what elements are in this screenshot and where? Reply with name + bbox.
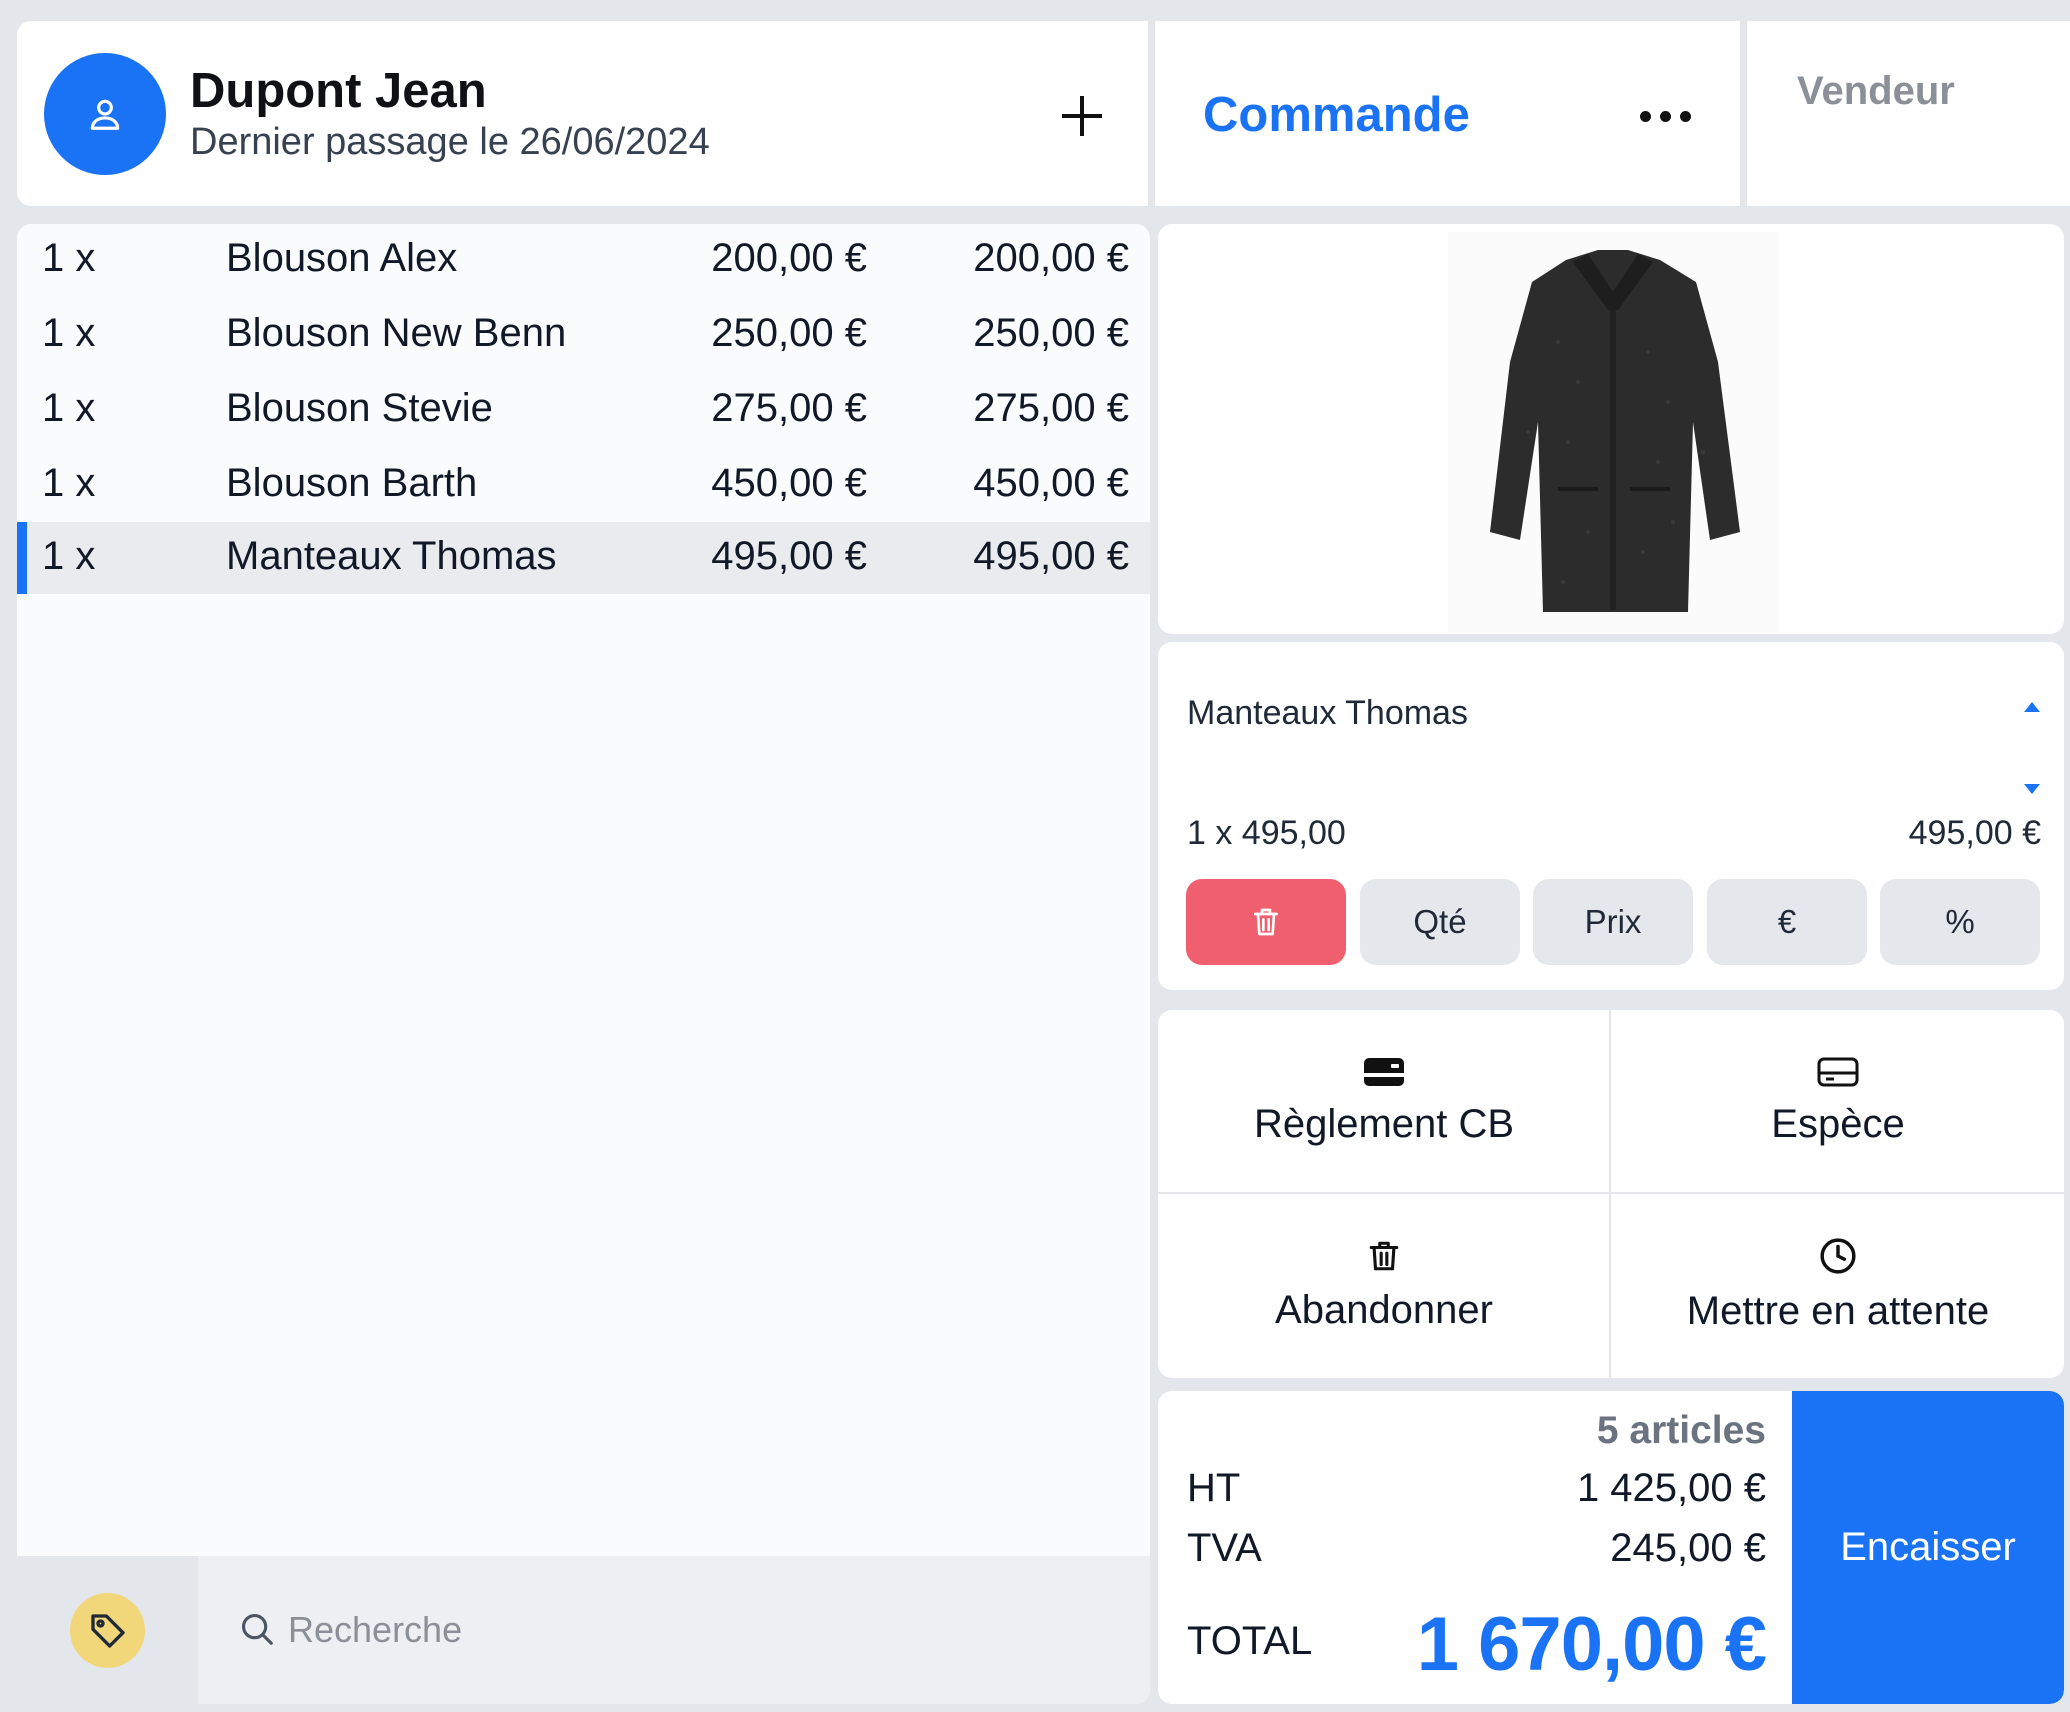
credit-card-icon bbox=[1364, 1058, 1404, 1086]
search-icon bbox=[241, 1613, 273, 1645]
totals-panel: 5 articles HT 1 425,00 € TVA 245,00 € TO… bbox=[1158, 1391, 2064, 1704]
more-dot-icon bbox=[1660, 111, 1671, 122]
line-qty: 1 x bbox=[42, 311, 96, 355]
abandon-label: Abandonner bbox=[1275, 1288, 1493, 1332]
delete-line-button[interactable] bbox=[1186, 879, 1346, 965]
customer-last-visit: Dernier passage le 26/06/2024 bbox=[190, 121, 710, 163]
more-dot-icon bbox=[1640, 111, 1651, 122]
more-options-button[interactable] bbox=[1640, 111, 1691, 122]
vendeur-label: Vendeur bbox=[1797, 69, 1955, 113]
card-payment-button[interactable]: Règlement CB bbox=[1158, 1010, 1610, 1193]
line-qty: 1 x bbox=[42, 236, 96, 280]
more-dot-icon bbox=[1680, 111, 1691, 122]
search-bar bbox=[17, 1556, 1150, 1704]
hold-order-label: Mettre en attente bbox=[1686, 1289, 1990, 1333]
ht-value: 1 425,00 € bbox=[1576, 1466, 1766, 1510]
article-count: 5 articles bbox=[1596, 1409, 1766, 1452]
detail-line-total: 495,00 € bbox=[1908, 814, 2041, 852]
order-line-row[interactable]: 1 x Blouson New Benn 250,00 € 250,00 € bbox=[17, 299, 1150, 371]
line-qty: 1 x bbox=[42, 461, 96, 505]
search-input[interactable] bbox=[288, 1603, 988, 1657]
plus-icon bbox=[1062, 96, 1102, 136]
line-total: 200,00 € bbox=[973, 236, 1129, 280]
line-total: 450,00 € bbox=[973, 461, 1129, 505]
line-qty: 1 x bbox=[42, 534, 96, 578]
price-button[interactable]: Prix bbox=[1533, 879, 1693, 965]
line-name: Blouson Alex bbox=[226, 236, 458, 280]
line-total: 275,00 € bbox=[973, 386, 1129, 430]
tva-value: 245,00 € bbox=[1610, 1526, 1766, 1570]
cash-icon bbox=[1817, 1057, 1859, 1087]
abandon-button[interactable]: Abandonner bbox=[1158, 1194, 1610, 1377]
previous-line-arrow-icon[interactable] bbox=[2024, 702, 2040, 712]
commande-header: Commande bbox=[1155, 21, 1740, 206]
tag-badge bbox=[70, 1593, 145, 1668]
line-name: Blouson New Benn bbox=[226, 311, 567, 355]
vendeur-header[interactable]: Vendeur bbox=[1747, 21, 2070, 206]
quantity-button[interactable]: Qté bbox=[1360, 879, 1520, 965]
search-area[interactable] bbox=[198, 1556, 1150, 1704]
cash-payment-label: Espèce bbox=[1771, 1102, 1905, 1146]
coat-icon bbox=[1448, 232, 1778, 632]
product-image bbox=[1448, 232, 1778, 632]
line-total: 495,00 € bbox=[973, 534, 1129, 578]
trash-icon bbox=[1369, 1241, 1399, 1271]
product-image-panel bbox=[1158, 224, 2064, 634]
line-name: Manteaux Thomas bbox=[226, 534, 557, 578]
line-total: 250,00 € bbox=[973, 311, 1129, 355]
card-payment-label: Règlement CB bbox=[1253, 1102, 1515, 1146]
order-line-row[interactable]: 1 x Blouson Stevie 275,00 € 275,00 € bbox=[17, 374, 1150, 446]
total-label: TOTAL bbox=[1187, 1619, 1313, 1663]
commande-title[interactable]: Commande bbox=[1203, 87, 1470, 143]
selected-line-detail: Manteaux Thomas 1 x 495,00 495,00 € Qté … bbox=[1158, 642, 2064, 990]
checkout-button[interactable]: Encaisser bbox=[1792, 1391, 2064, 1704]
discount-tag-button[interactable] bbox=[17, 1556, 198, 1704]
cash-payment-button[interactable]: Espèce bbox=[1612, 1010, 2064, 1193]
order-lines-panel: 1 x Blouson Alex 200,00 € 200,00 € 1 x B… bbox=[17, 224, 1150, 1704]
line-qty: 1 x bbox=[42, 386, 96, 430]
customer-avatar[interactable] bbox=[44, 53, 166, 175]
total-value: 1 670,00 € bbox=[1416, 1602, 1767, 1687]
order-actions-panel: Règlement CB Espèce Abandonner Mettre en… bbox=[1158, 1010, 2064, 1378]
line-name: Blouson Barth bbox=[226, 461, 478, 505]
tag-icon bbox=[90, 1613, 125, 1648]
user-icon bbox=[90, 99, 120, 130]
clock-icon bbox=[1820, 1238, 1856, 1274]
order-line-row[interactable]: 1 x Blouson Barth 450,00 € 450,00 € bbox=[17, 449, 1150, 521]
tva-label: TVA bbox=[1187, 1526, 1262, 1570]
customer-card[interactable]: Dupont Jean Dernier passage le 26/06/202… bbox=[17, 21, 1148, 206]
hold-order-button[interactable]: Mettre en attente bbox=[1612, 1194, 2064, 1377]
line-unit-price: 250,00 € bbox=[711, 311, 867, 355]
trash-icon bbox=[1254, 908, 1278, 936]
next-line-arrow-icon[interactable] bbox=[2024, 784, 2040, 794]
percent-discount-button[interactable]: % bbox=[1880, 879, 2040, 965]
detail-qty-price: 1 x 495,00 bbox=[1187, 814, 1346, 852]
ht-label: HT bbox=[1187, 1466, 1241, 1510]
line-unit-price: 450,00 € bbox=[711, 461, 867, 505]
line-unit-price: 200,00 € bbox=[711, 236, 867, 280]
euro-discount-button[interactable]: € bbox=[1707, 879, 1867, 965]
line-unit-price: 495,00 € bbox=[711, 534, 867, 578]
line-unit-price: 275,00 € bbox=[711, 386, 867, 430]
detail-product-name: Manteaux Thomas bbox=[1187, 694, 1468, 732]
line-name: Blouson Stevie bbox=[226, 386, 493, 430]
order-line-row[interactable]: 1 x Blouson Alex 200,00 € 200,00 € bbox=[17, 224, 1150, 296]
customer-name: Dupont Jean bbox=[190, 64, 487, 118]
order-line-row-selected[interactable]: 1 x Manteaux Thomas 495,00 € 495,00 € bbox=[17, 522, 1150, 594]
add-customer-button[interactable] bbox=[1057, 91, 1107, 141]
